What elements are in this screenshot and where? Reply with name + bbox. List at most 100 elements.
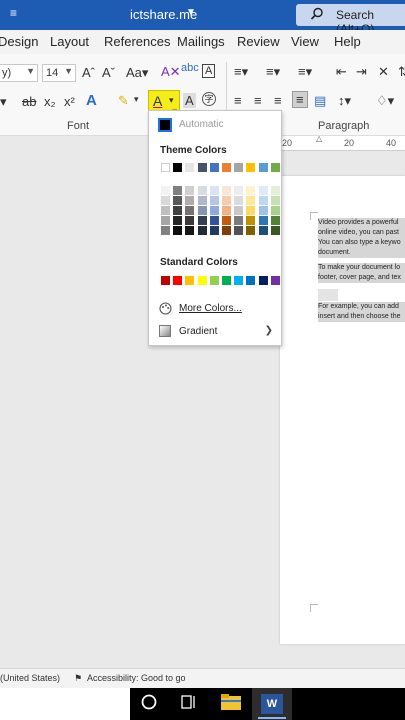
distributed-icon[interactable]: ▤ xyxy=(314,93,326,109)
numbering-icon[interactable]: ≡▾ xyxy=(266,64,280,80)
theme-shade-swatch[interactable] xyxy=(222,186,231,195)
theme-shade-swatch[interactable] xyxy=(173,186,183,195)
theme-shade-swatch[interactable] xyxy=(246,206,256,215)
theme-shade-swatch[interactable] xyxy=(197,206,207,215)
theme-shade-swatch[interactable] xyxy=(209,216,219,225)
change-case-icon[interactable]: Aa▾ xyxy=(126,65,148,81)
paragraph-1[interactable]: Video provides a powerful online video, … xyxy=(318,218,405,258)
clear-formatting-icon[interactable]: A✕ xyxy=(161,64,181,80)
theme-color-swatch[interactable] xyxy=(258,163,268,172)
theme-shade-swatch[interactable] xyxy=(161,206,170,215)
more-colors-option[interactable]: More Colors... xyxy=(157,300,281,318)
character-shading-icon[interactable]: A xyxy=(183,93,196,108)
theme-shade-swatch[interactable] xyxy=(234,196,244,205)
standard-color-swatch[interactable] xyxy=(209,276,219,285)
theme-shade-swatch[interactable] xyxy=(185,226,195,235)
theme-shade-swatch[interactable] xyxy=(209,196,219,205)
standard-color-swatch[interactable] xyxy=(222,276,231,285)
grow-font-icon[interactable]: Aˆ xyxy=(82,65,95,80)
highlight-color-icon[interactable]: ✎ xyxy=(118,93,129,109)
theme-shade-swatch[interactable] xyxy=(197,186,207,195)
theme-shade-swatch[interactable] xyxy=(161,216,170,225)
theme-shade-swatch[interactable] xyxy=(258,226,268,235)
standard-color-swatch[interactable] xyxy=(234,276,244,285)
theme-color-swatch[interactable] xyxy=(222,163,231,172)
standard-color-swatch[interactable] xyxy=(246,276,256,285)
horizontal-ruler[interactable]: 20 △ 20 40 xyxy=(282,134,405,151)
indent-marker-icon[interactable]: △ xyxy=(316,134,322,143)
word-taskbar-button[interactable]: W xyxy=(252,688,292,720)
theme-color-swatch[interactable] xyxy=(185,163,195,172)
shrink-font-icon[interactable]: Aˇ xyxy=(102,65,115,80)
align-left-icon[interactable]: ≡ xyxy=(234,93,242,108)
paragraph-2[interactable]: To make your document lo footer, cover p… xyxy=(318,263,405,283)
theme-shade-swatch[interactable] xyxy=(234,206,244,215)
align-center-icon[interactable]: ≡ xyxy=(254,93,262,108)
superscript-icon[interactable]: x² xyxy=(64,94,75,109)
theme-shade-swatch[interactable] xyxy=(209,206,219,215)
theme-shade-swatch[interactable] xyxy=(209,186,219,195)
align-right-icon[interactable]: ≡ xyxy=(274,93,282,108)
tab-layout[interactable]: Layout xyxy=(50,34,89,49)
theme-color-swatch[interactable] xyxy=(234,163,244,172)
theme-shade-swatch[interactable] xyxy=(173,196,183,205)
theme-shade-swatch[interactable] xyxy=(222,216,231,225)
theme-shade-swatch[interactable] xyxy=(222,206,231,215)
standard-color-swatch[interactable] xyxy=(185,276,195,285)
theme-shade-swatch[interactable] xyxy=(246,216,256,225)
theme-shade-swatch[interactable] xyxy=(270,226,280,235)
theme-shade-swatch[interactable] xyxy=(270,216,280,225)
theme-shade-swatch[interactable] xyxy=(246,196,256,205)
font-name-combo[interactable]: y) ▼ xyxy=(0,64,38,82)
theme-shade-swatch[interactable] xyxy=(173,226,183,235)
strikethrough-icon[interactable]: ab xyxy=(22,94,36,109)
theme-shade-swatch[interactable] xyxy=(173,206,183,215)
tab-references[interactable]: References xyxy=(104,34,170,49)
theme-shade-swatch[interactable] xyxy=(185,216,195,225)
theme-color-swatch[interactable] xyxy=(209,163,219,172)
theme-shade-swatch[interactable] xyxy=(185,186,195,195)
theme-shade-swatch[interactable] xyxy=(258,216,268,225)
title-chevron-down-icon[interactable]: ▼ xyxy=(186,7,196,18)
decrease-indent-icon[interactable]: ⇤ xyxy=(336,64,347,80)
file-explorer-icon[interactable] xyxy=(220,693,242,715)
sort-icon[interactable]: ⇅ xyxy=(398,64,405,80)
justify-icon[interactable]: ≡ xyxy=(292,91,308,108)
character-border-icon[interactable]: A xyxy=(202,64,216,78)
theme-shade-swatch[interactable] xyxy=(246,186,256,195)
tab-mailings[interactable]: Mailings xyxy=(177,34,225,49)
theme-color-swatch[interactable] xyxy=(173,163,183,172)
text-effects-icon[interactable]: A xyxy=(86,92,97,109)
enclose-characters-icon[interactable]: 字 xyxy=(202,92,216,106)
theme-color-swatch[interactable] xyxy=(161,163,170,172)
tab-view[interactable]: View xyxy=(291,34,319,49)
theme-shade-swatch[interactable] xyxy=(270,196,280,205)
phonetic-guide-icon[interactable]: abc xyxy=(181,62,199,74)
theme-shade-swatch[interactable] xyxy=(234,226,244,235)
language-status[interactable]: (United States) xyxy=(0,673,60,683)
theme-shade-swatch[interactable] xyxy=(161,186,170,195)
theme-shade-swatch[interactable] xyxy=(161,196,170,205)
theme-shade-swatch[interactable] xyxy=(161,226,170,235)
taskbar-search-area[interactable] xyxy=(0,688,130,720)
theme-shade-swatch[interactable] xyxy=(197,196,207,205)
accessibility-status[interactable]: Accessibility: Good to go xyxy=(87,673,186,683)
shading-icon[interactable]: ♢▾ xyxy=(376,93,394,109)
theme-shade-swatch[interactable] xyxy=(246,226,256,235)
theme-shade-swatch[interactable] xyxy=(258,186,268,195)
standard-color-swatch[interactable] xyxy=(161,276,170,285)
automatic-color-option[interactable]: Automatic xyxy=(179,119,223,130)
tab-review[interactable]: Review xyxy=(237,34,280,49)
search-box[interactable]: Search (Alt+Q) xyxy=(296,4,405,36)
tab-help[interactable]: Help xyxy=(334,34,361,49)
tab-design[interactable]: Design xyxy=(0,34,38,49)
bullets-icon[interactable]: ≡▾ xyxy=(234,64,248,80)
theme-shade-swatch[interactable] xyxy=(258,206,268,215)
subscript-icon[interactable]: x₂ xyxy=(44,94,56,109)
paragraph-3[interactable]: For example, you can add insert and then… xyxy=(318,302,405,322)
quick-access-dropdown-icon[interactable]: ≡ xyxy=(10,6,17,20)
line-spacing-icon[interactable]: ↕▾ xyxy=(338,93,351,109)
theme-shade-swatch[interactable] xyxy=(185,206,195,215)
theme-shade-swatch[interactable] xyxy=(234,216,244,225)
standard-color-swatch[interactable] xyxy=(258,276,268,285)
